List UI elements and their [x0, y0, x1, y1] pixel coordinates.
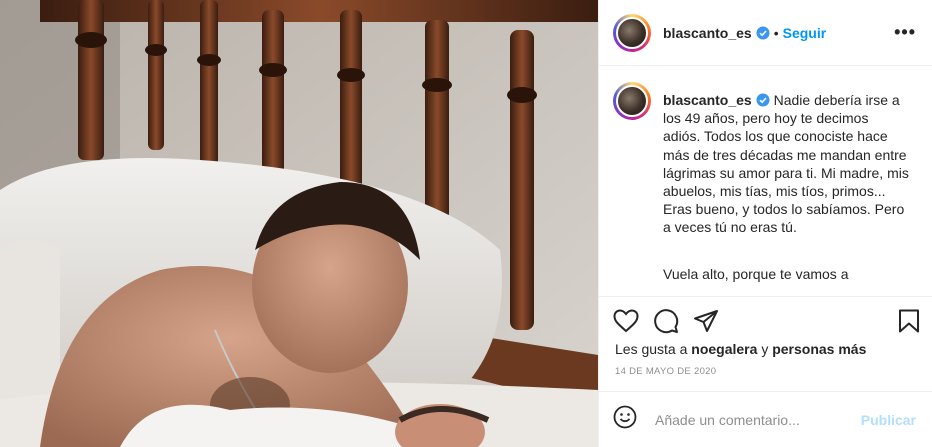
post-photo[interactable]: [0, 0, 598, 447]
emoji-icon[interactable]: [613, 405, 637, 434]
follow-button[interactable]: Seguir: [783, 25, 827, 41]
post-header: blascanto_es • Seguir •••: [599, 0, 932, 66]
separator-dot: •: [773, 24, 779, 41]
caption-avatar-image: [616, 85, 648, 117]
avatar[interactable]: [613, 13, 651, 52]
caption-username[interactable]: blascanto_es: [663, 92, 752, 108]
caption-area: blascanto_es Nadie debería irse a los 49…: [599, 66, 932, 297]
action-bar: [599, 297, 932, 345]
likes-conj: y: [761, 341, 769, 357]
comment-bar: Publicar: [599, 391, 932, 447]
comment-icon[interactable]: [653, 308, 679, 334]
caption-text-block: blascanto_es Nadie debería irse a los 49…: [663, 91, 909, 296]
likes-user-link[interactable]: noegalera: [691, 341, 757, 357]
header-username[interactable]: blascanto_es: [663, 25, 752, 41]
likes-line: Les gusta a noegalera y personas más: [599, 341, 932, 357]
publish-button[interactable]: Publicar: [861, 412, 916, 428]
likes-others-link[interactable]: personas más: [772, 341, 866, 357]
verified-badge-icon: [756, 26, 770, 40]
share-icon[interactable]: [693, 309, 719, 333]
caption-avatar[interactable]: [613, 82, 651, 120]
instagram-post: blascanto_es • Seguir ••• blascanto_es N…: [0, 0, 932, 447]
avatar-image: [616, 16, 648, 49]
more-options-icon[interactable]: •••: [894, 22, 916, 43]
post-date[interactable]: 14 DE MAYO DE 2020: [599, 366, 932, 377]
post-side-panel: blascanto_es • Seguir ••• blascanto_es N…: [598, 0, 932, 447]
heart-icon[interactable]: [613, 309, 639, 333]
caption-text-2: Vuela alto, porque te vamos a: [663, 265, 849, 282]
caption-verified-badge-icon: [756, 93, 770, 107]
comment-input[interactable]: [653, 410, 861, 429]
post-photo-image: [0, 0, 598, 447]
caption-text: Nadie debería irse a los 49 años, pero h…: [663, 92, 909, 236]
likes-prefix: Les gusta a: [615, 341, 688, 357]
bookmark-icon[interactable]: [898, 309, 920, 333]
